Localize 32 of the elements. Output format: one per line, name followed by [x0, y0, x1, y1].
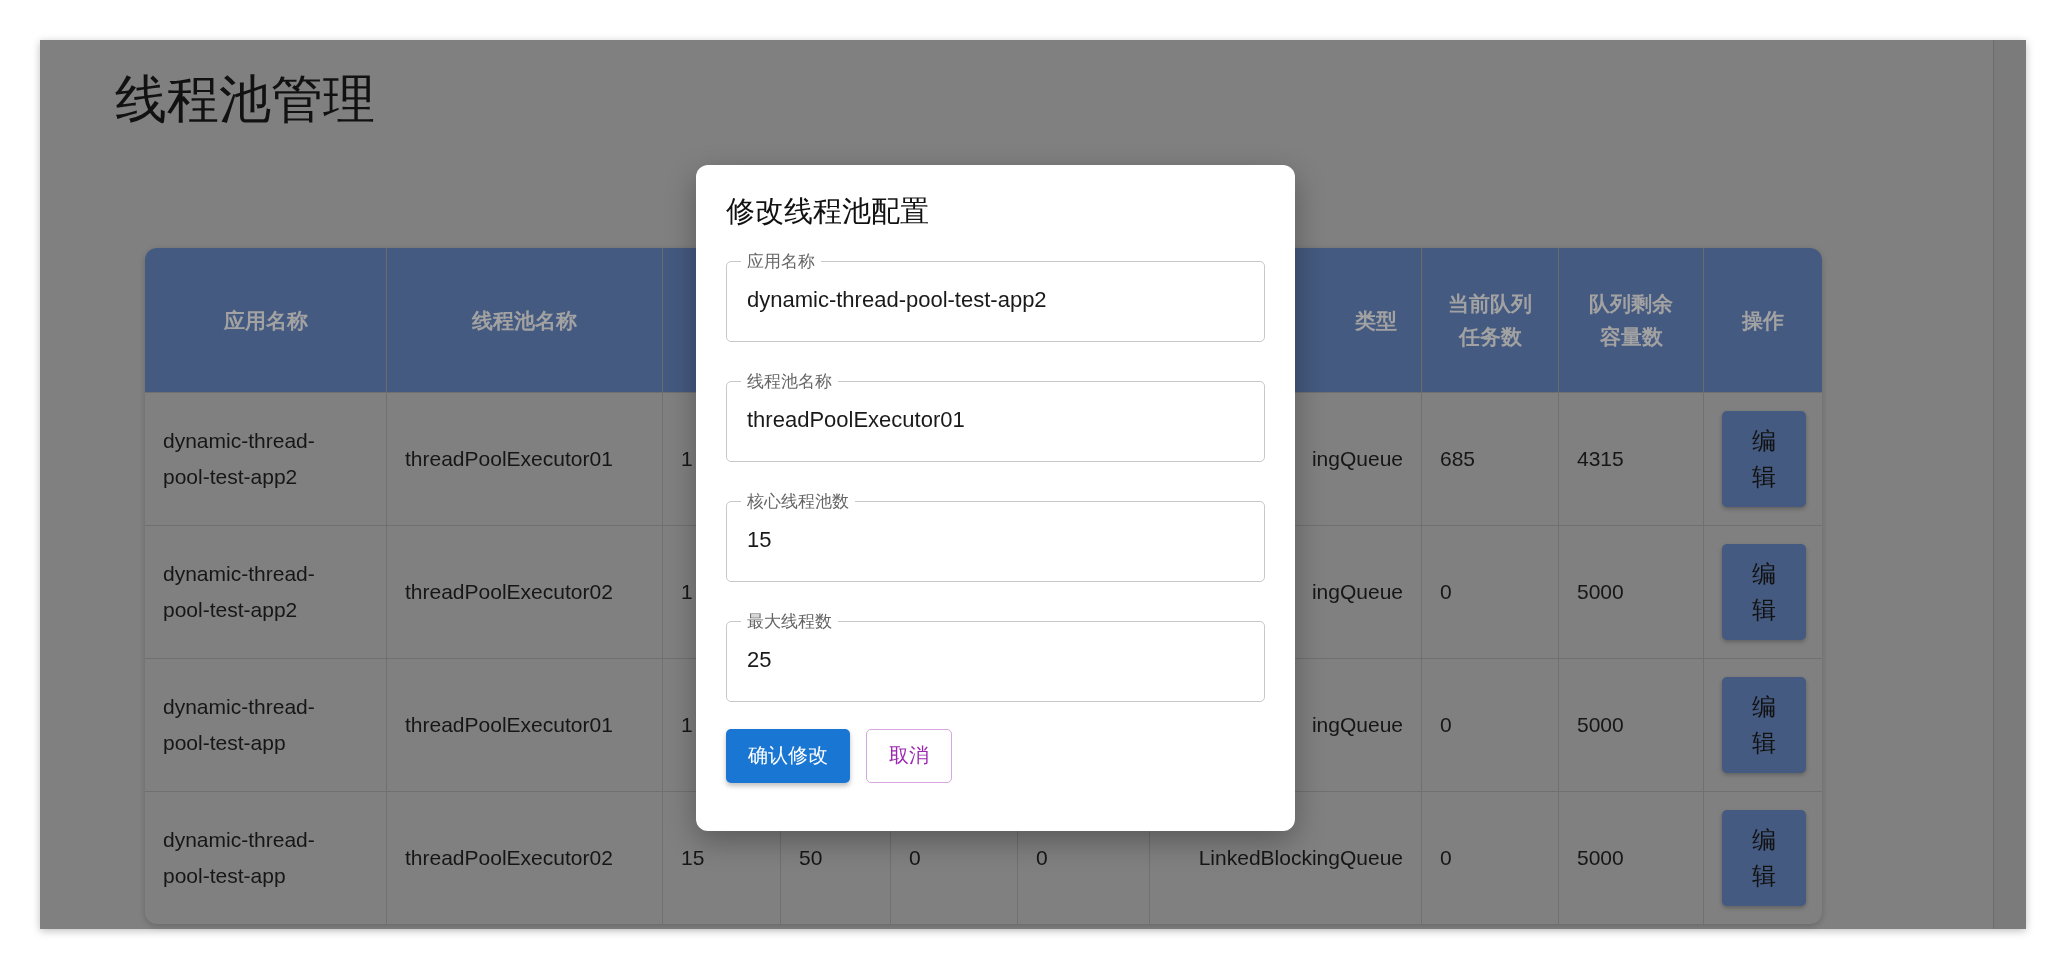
confirm-button[interactable]: 确认修改 — [726, 728, 850, 783]
table-cell: threadPoolExecutor01 — [387, 658, 663, 792]
table-cell: 685 — [1422, 392, 1559, 526]
input-field[interactable]: 核心线程池数 15 — [726, 492, 1265, 582]
field-label: 应用名称 — [746, 252, 816, 270]
table-cell: 5000 — [1559, 658, 1704, 792]
scrollbar[interactable] — [1993, 40, 2026, 929]
table-cell: threadPoolExecutor02 — [387, 791, 663, 925]
column-header: 线程池名称 — [387, 248, 663, 393]
table-cell: 5000 — [1559, 525, 1704, 659]
table-cell: 4315 — [1559, 392, 1704, 526]
column-header: 应用名称 — [145, 248, 387, 393]
input-field[interactable]: 最大线程数 25 — [726, 612, 1265, 702]
table-cell: dynamic-thread-pool-test-app — [145, 791, 387, 925]
page-title: 线程池管理 — [115, 69, 376, 130]
table-cell: 0 — [1422, 791, 1559, 925]
column-header: 当前队列任务数 — [1422, 248, 1559, 393]
input-field[interactable]: 线程池名称 threadPoolExecutor01 — [726, 372, 1265, 462]
table-cell: 5000 — [1559, 791, 1704, 925]
column-header: 操作 — [1704, 248, 1822, 393]
table-cell: dynamic-thread-pool-test-app — [145, 658, 387, 792]
field-label: 线程池名称 — [746, 372, 833, 390]
input-field[interactable]: 应用名称 dynamic-thread-pool-test-app2 — [726, 252, 1265, 342]
dialog-title: 修改线程池配置 — [726, 194, 930, 229]
table-cell: dynamic-thread-pool-test-app2 — [145, 525, 387, 659]
table-cell: 0 — [1422, 525, 1559, 659]
table-cell: 0 — [1422, 658, 1559, 792]
table-cell: threadPoolExecutor01 — [387, 392, 663, 526]
table-cell: dynamic-thread-pool-test-app2 — [145, 392, 387, 526]
column-header: 队列剩余容量数 — [1559, 248, 1704, 393]
table-cell: threadPoolExecutor02 — [387, 525, 663, 659]
cancel-button[interactable]: 取消 — [866, 728, 952, 783]
